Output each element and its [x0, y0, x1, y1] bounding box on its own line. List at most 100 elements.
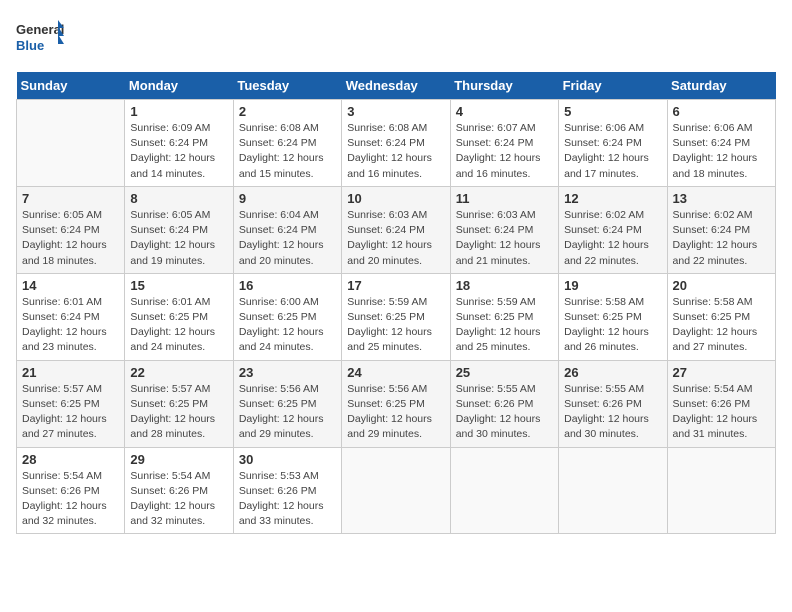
calendar-day-cell: 6 Sunrise: 6:06 AMSunset: 6:24 PMDaylight…	[667, 100, 775, 187]
calendar-day-cell: 4 Sunrise: 6:07 AMSunset: 6:24 PMDaylight…	[450, 100, 558, 187]
day-number: 12	[564, 191, 661, 206]
calendar-day-cell: 10Sunrise: 6:03 AMSunset: 6:24 PMDayligh…	[342, 186, 450, 273]
calendar-week-row: 21Sunrise: 5:57 AMSunset: 6:25 PMDayligh…	[17, 360, 776, 447]
day-info: Sunrise: 6:08 AMSunset: 6:24 PMDaylight:…	[347, 121, 444, 182]
calendar-day-cell	[667, 447, 775, 534]
calendar-day-cell: 18 Sunrise: 5:59 AMSunset: 6:25 PMDayligh…	[450, 273, 558, 360]
day-number: 18	[456, 278, 553, 293]
day-info: Sunrise: 5:58 AMSunset: 6:25 PMDaylight:…	[673, 295, 770, 356]
day-info: Sunrise: 5:54 AMSunset: 6:26 PMDaylight:…	[130, 469, 227, 530]
calendar-day-cell: 20 Sunrise: 5:58 AMSunset: 6:25 PMDayligh…	[667, 273, 775, 360]
day-info: Sunrise: 6:01 AMSunset: 6:24 PMDaylight:…	[22, 295, 119, 356]
day-number: 24	[347, 365, 444, 380]
day-info: Sunrise: 6:00 AMSunset: 6:25 PMDaylight:…	[239, 295, 336, 356]
day-info: Sunrise: 5:55 AMSunset: 6:26 PMDaylight:…	[456, 382, 553, 443]
calendar-day-cell: 19 Sunrise: 5:58 AMSunset: 6:25 PMDayligh…	[559, 273, 667, 360]
day-info: Sunrise: 6:05 AMSunset: 6:24 PMDaylight:…	[130, 208, 227, 269]
day-info: Sunrise: 5:56 AMSunset: 6:25 PMDaylight:…	[239, 382, 336, 443]
calendar-day-cell	[342, 447, 450, 534]
day-info: Sunrise: 5:54 AMSunset: 6:26 PMDaylight:…	[22, 469, 119, 530]
calendar-day-cell: 17 Sunrise: 5:59 AMSunset: 6:25 PMDayligh…	[342, 273, 450, 360]
day-info: Sunrise: 6:01 AMSunset: 6:25 PMDaylight:…	[130, 295, 227, 356]
header: GeneralBlue	[16, 16, 776, 60]
day-info: Sunrise: 6:03 AMSunset: 6:24 PMDaylight:…	[347, 208, 444, 269]
day-number: 27	[673, 365, 770, 380]
day-number: 5	[564, 104, 661, 119]
calendar-day-cell: 8 Sunrise: 6:05 AMSunset: 6:24 PMDaylight…	[125, 186, 233, 273]
calendar-day-cell: 13 Sunrise: 6:02 AMSunset: 6:24 PMDayligh…	[667, 186, 775, 273]
day-number: 29	[130, 452, 227, 467]
day-info: Sunrise: 5:54 AMSunset: 6:26 PMDaylight:…	[673, 382, 770, 443]
weekday-header: Wednesday	[342, 72, 450, 100]
day-number: 3	[347, 104, 444, 119]
day-number: 16	[239, 278, 336, 293]
weekday-header: Saturday	[667, 72, 775, 100]
day-info: Sunrise: 6:04 AMSunset: 6:24 PMDaylight:…	[239, 208, 336, 269]
day-info: Sunrise: 5:57 AMSunset: 6:25 PMDaylight:…	[130, 382, 227, 443]
day-number: 22	[130, 365, 227, 380]
weekday-header: Monday	[125, 72, 233, 100]
calendar-day-cell	[17, 100, 125, 187]
day-info: Sunrise: 5:55 AMSunset: 6:26 PMDaylight:…	[564, 382, 661, 443]
day-number: 26	[564, 365, 661, 380]
day-info: Sunrise: 6:09 AMSunset: 6:24 PMDaylight:…	[130, 121, 227, 182]
day-info: Sunrise: 5:57 AMSunset: 6:25 PMDaylight:…	[22, 382, 119, 443]
day-info: Sunrise: 5:53 AMSunset: 6:26 PMDaylight:…	[239, 469, 336, 530]
day-number: 1	[130, 104, 227, 119]
calendar-day-cell	[559, 447, 667, 534]
day-info: Sunrise: 6:02 AMSunset: 6:24 PMDaylight:…	[564, 208, 661, 269]
calendar-day-cell: 12 Sunrise: 6:02 AMSunset: 6:24 PMDayligh…	[559, 186, 667, 273]
day-number: 19	[564, 278, 661, 293]
day-info: Sunrise: 5:59 AMSunset: 6:25 PMDaylight:…	[456, 295, 553, 356]
logo: GeneralBlue	[16, 16, 66, 60]
weekday-header: Sunday	[17, 72, 125, 100]
day-info: Sunrise: 5:58 AMSunset: 6:25 PMDaylight:…	[564, 295, 661, 356]
day-number: 15	[130, 278, 227, 293]
calendar-day-cell: 30 Sunrise: 5:53 AMSunset: 6:26 PMDayligh…	[233, 447, 341, 534]
day-number: 8	[130, 191, 227, 206]
calendar-day-cell: 14 Sunrise: 6:01 AMSunset: 6:24 PMDayligh…	[17, 273, 125, 360]
calendar-week-row: 1 Sunrise: 6:09 AMSunset: 6:24 PMDaylight…	[17, 100, 776, 187]
day-number: 30	[239, 452, 336, 467]
calendar-day-cell: 23 Sunrise: 5:56 AMSunset: 6:25 PMDayligh…	[233, 360, 341, 447]
calendar-day-cell: 26 Sunrise: 5:55 AMSunset: 6:26 PMDayligh…	[559, 360, 667, 447]
day-number: 4	[456, 104, 553, 119]
calendar-day-cell: 2 Sunrise: 6:08 AMSunset: 6:24 PMDaylight…	[233, 100, 341, 187]
day-info: Sunrise: 5:59 AMSunset: 6:25 PMDaylight:…	[347, 295, 444, 356]
day-info: Sunrise: 6:07 AMSunset: 6:24 PMDaylight:…	[456, 121, 553, 182]
calendar-day-cell: 21Sunrise: 5:57 AMSunset: 6:25 PMDayligh…	[17, 360, 125, 447]
calendar-day-cell: 27 Sunrise: 5:54 AMSunset: 6:26 PMDayligh…	[667, 360, 775, 447]
calendar-day-cell: 1 Sunrise: 6:09 AMSunset: 6:24 PMDaylight…	[125, 100, 233, 187]
day-number: 11	[456, 191, 553, 206]
calendar-day-cell: 29 Sunrise: 5:54 AMSunset: 6:26 PMDayligh…	[125, 447, 233, 534]
weekday-header: Friday	[559, 72, 667, 100]
day-info: Sunrise: 6:02 AMSunset: 6:24 PMDaylight:…	[673, 208, 770, 269]
day-number: 2	[239, 104, 336, 119]
day-number: 13	[673, 191, 770, 206]
weekday-header: Thursday	[450, 72, 558, 100]
day-number: 6	[673, 104, 770, 119]
calendar-day-cell: 28Sunrise: 5:54 AMSunset: 6:26 PMDayligh…	[17, 447, 125, 534]
day-number: 14	[22, 278, 119, 293]
day-info: Sunrise: 6:06 AMSunset: 6:24 PMDaylight:…	[673, 121, 770, 182]
calendar-day-cell: 11 Sunrise: 6:03 AMSunset: 6:24 PMDayligh…	[450, 186, 558, 273]
calendar-day-cell: 16 Sunrise: 6:00 AMSunset: 6:25 PMDayligh…	[233, 273, 341, 360]
day-number: 20	[673, 278, 770, 293]
day-number: 9	[239, 191, 336, 206]
day-number: 7	[22, 191, 119, 206]
calendar-week-row: 14 Sunrise: 6:01 AMSunset: 6:24 PMDayligh…	[17, 273, 776, 360]
day-number: 17	[347, 278, 444, 293]
day-number: 25	[456, 365, 553, 380]
calendar-day-cell: 3 Sunrise: 6:08 AMSunset: 6:24 PMDaylight…	[342, 100, 450, 187]
day-info: Sunrise: 6:03 AMSunset: 6:24 PMDaylight:…	[456, 208, 553, 269]
calendar-day-cell: 24 Sunrise: 5:56 AMSunset: 6:25 PMDayligh…	[342, 360, 450, 447]
day-number: 23	[239, 365, 336, 380]
calendar-table: SundayMondayTuesdayWednesdayThursdayFrid…	[16, 72, 776, 534]
day-info: Sunrise: 6:05 AMSunset: 6:24 PMDaylight:…	[22, 208, 119, 269]
calendar-week-row: 7 Sunrise: 6:05 AMSunset: 6:24 PMDaylight…	[17, 186, 776, 273]
calendar-day-cell	[450, 447, 558, 534]
day-info: Sunrise: 6:08 AMSunset: 6:24 PMDaylight:…	[239, 121, 336, 182]
calendar-week-row: 28Sunrise: 5:54 AMSunset: 6:26 PMDayligh…	[17, 447, 776, 534]
calendar-header-row: SundayMondayTuesdayWednesdayThursdayFrid…	[17, 72, 776, 100]
day-info: Sunrise: 5:56 AMSunset: 6:25 PMDaylight:…	[347, 382, 444, 443]
